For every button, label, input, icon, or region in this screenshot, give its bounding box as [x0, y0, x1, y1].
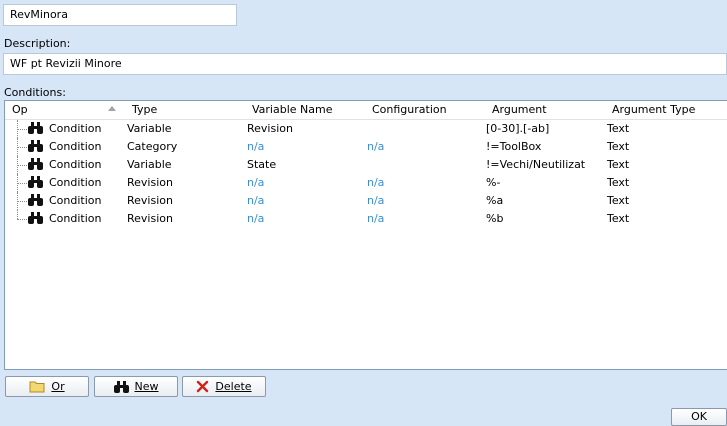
binoculars-icon [28, 176, 43, 188]
cell-configuration: n/a [367, 140, 385, 153]
description-label: Description: [4, 37, 71, 50]
cell-argument: !=ToolBox [486, 140, 542, 153]
cell-argument: %b [486, 212, 504, 225]
new-button-label: New [134, 379, 159, 393]
cell-argument: %- [486, 176, 501, 189]
cell-variable-name: State [247, 158, 277, 171]
cell-argument-type: Text [607, 158, 630, 171]
column-header-type[interactable]: Type [132, 103, 157, 117]
folder-icon [29, 381, 45, 393]
binoculars-icon [28, 158, 43, 170]
cell-argument: [0-30].[-ab] [486, 122, 550, 135]
cell-variable-name: n/a [247, 176, 265, 189]
workflow-name-field[interactable]: RevMinora [3, 4, 237, 26]
binoculars-icon [28, 122, 43, 134]
cell-type: Revision [127, 176, 173, 189]
ok-button[interactable]: OK [671, 408, 727, 426]
cell-configuration: n/a [367, 176, 385, 189]
table-row[interactable]: Condition Variable State !=Vechi/Neutilizat… [5, 156, 727, 174]
table-row[interactable]: Condition Category n/a n/a !=ToolBox Text [5, 138, 727, 156]
cell-type: Revision [127, 194, 173, 207]
table-body: Condition Variable Revision [0-30].[-ab] Tex… [5, 120, 727, 228]
cell-type: Category [127, 140, 178, 153]
column-header-variable-name[interactable]: Variable Name [252, 103, 333, 117]
table-row[interactable]: Condition Revision n/a n/a %- Text [5, 174, 727, 192]
table-row[interactable]: Condition Revision n/a n/a %b Text [5, 210, 727, 228]
column-header-argument[interactable]: Argument [492, 103, 547, 117]
table-row[interactable]: Condition Variable Revision [0-30].[-ab] Tex… [5, 120, 727, 138]
cell-op: Condition [49, 176, 102, 189]
sort-ascending-icon [108, 106, 116, 111]
column-header-configuration[interactable]: Configuration [372, 103, 447, 117]
cell-variable-name: Revision [247, 122, 293, 135]
cell-op: Condition [49, 194, 102, 207]
tree-line [17, 210, 18, 219]
column-header-argument-type[interactable]: Argument Type [612, 103, 695, 117]
cell-op: Condition [49, 122, 102, 135]
table-row[interactable]: Condition Revision n/a n/a %a Text [5, 192, 727, 210]
cell-argument-type: Text [607, 176, 630, 189]
binoculars-icon [28, 212, 43, 224]
red-x-icon [197, 380, 209, 393]
cell-op: Condition [49, 140, 102, 153]
cell-type: Variable [127, 122, 172, 135]
cell-argument-type: Text [607, 122, 630, 135]
cell-op: Condition [49, 158, 102, 171]
binoculars-icon [28, 194, 43, 206]
cell-argument-type: Text [607, 140, 630, 153]
column-header-op[interactable]: Op [12, 103, 28, 117]
conditions-table[interactable]: Op Type Variable Name Configuration Argu… [4, 100, 727, 370]
cell-argument: !=Vechi/Neutilizat [486, 158, 586, 171]
cell-argument-type: Text [607, 194, 630, 207]
cell-type: Revision [127, 212, 173, 225]
delete-button-label: Delete [215, 379, 252, 393]
or-button[interactable]: Or [5, 376, 89, 397]
cell-argument: %a [486, 194, 504, 207]
cell-argument-type: Text [607, 212, 630, 225]
or-button-label: Or [51, 379, 65, 393]
cell-variable-name: n/a [247, 194, 265, 207]
cell-op: Condition [49, 212, 102, 225]
table-header: Op Type Variable Name Configuration Argu… [5, 101, 727, 120]
binoculars-icon [113, 380, 129, 393]
description-field[interactable]: WF pt Revizii Minore [3, 53, 727, 75]
cell-configuration: n/a [367, 194, 385, 207]
new-button[interactable]: New [94, 376, 178, 397]
delete-button[interactable]: Delete [182, 376, 266, 397]
cell-variable-name: n/a [247, 140, 265, 153]
cell-configuration: n/a [367, 212, 385, 225]
ok-button-label: OK [691, 410, 707, 423]
cell-type: Variable [127, 158, 172, 171]
binoculars-icon [28, 140, 43, 152]
conditions-label: Conditions: [4, 86, 66, 99]
cell-variable-name: n/a [247, 212, 265, 225]
